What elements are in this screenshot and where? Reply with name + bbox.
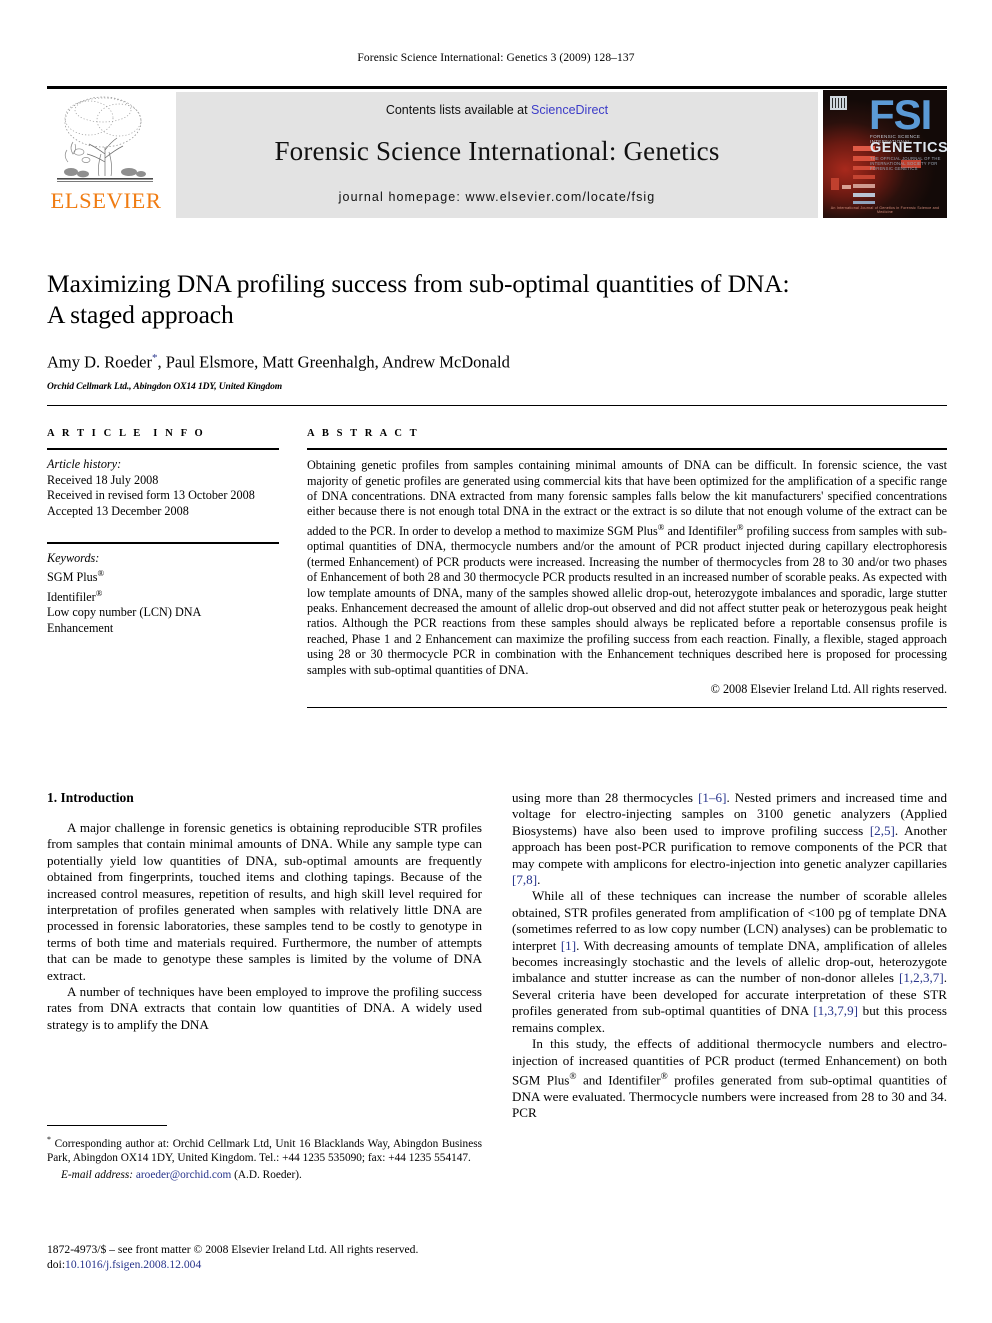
paragraph: While all of these techniques can increa… bbox=[512, 888, 947, 1036]
keyword-item: Identifiler® bbox=[47, 587, 103, 604]
body-column-left: 1. Introduction A major challenge in for… bbox=[47, 790, 482, 1121]
gel-band bbox=[842, 185, 851, 189]
history-accepted: Accepted 13 December 2008 bbox=[47, 503, 189, 518]
article-history-label: Article history: bbox=[47, 457, 122, 472]
issn-doi-block: 1872-4973/$ – see front matter © 2008 El… bbox=[47, 1243, 482, 1272]
keywords-label: Keywords: bbox=[47, 550, 100, 565]
elsevier-tree-icon bbox=[57, 96, 153, 182]
cover-genetics-label: GENETICS bbox=[870, 140, 947, 156]
citation-ref[interactable]: [1,2,3,7] bbox=[899, 970, 944, 985]
doi-line: doi:10.1016/j.fsigen.2008.12.004 bbox=[47, 1258, 482, 1273]
page-title: Maximizing DNA profiling success from su… bbox=[47, 268, 947, 330]
keyword-item: Enhancement bbox=[47, 621, 114, 636]
paragraph: In this study, the effects of additional… bbox=[512, 1036, 947, 1121]
affiliation: Orchid Cellmark Ltd., Abingdon OX14 1DY,… bbox=[47, 381, 283, 392]
contents-list-line: Contents lists available at ScienceDirec… bbox=[176, 103, 818, 117]
email-footnote: E-mail address: aroeder@orchid.com (A.D.… bbox=[47, 1168, 482, 1182]
email-link[interactable]: aroeder@orchid.com bbox=[136, 1169, 231, 1181]
journal-cover-thumbnail: FSI FORENSIC SCIENCE INTERNATIONAL GENET… bbox=[823, 90, 947, 218]
gel-band bbox=[853, 193, 875, 197]
citation-ref[interactable]: [1,3,7,9] bbox=[813, 1003, 858, 1018]
paragraph: A major challenge in forensic genetics i… bbox=[47, 820, 482, 983]
paragraph: A number of techniques have been employe… bbox=[47, 984, 482, 1032]
article-history-group: Article history: Received 18 July 2008 R… bbox=[47, 457, 279, 519]
masthead-top-rule bbox=[47, 86, 947, 89]
citation-ref[interactable]: [7,8] bbox=[512, 872, 537, 887]
footnote-area: * Corresponding author at: Orchid Cellma… bbox=[47, 1125, 482, 1182]
gel-band bbox=[853, 201, 875, 204]
footnote-text: Corresponding author at: Orchid Cellmark… bbox=[47, 1137, 483, 1165]
email-owner: (A.D. Roeder). bbox=[234, 1168, 302, 1181]
keyword-item: Low copy number (LCN) DNA bbox=[47, 605, 202, 620]
article-info-column: A R T I C L E I N F O Article history: R… bbox=[47, 428, 279, 708]
body-column-right: using more than 28 thermocycles [1–6]. N… bbox=[512, 790, 947, 1121]
title-line-1: Maximizing DNA profiling success from su… bbox=[47, 269, 790, 298]
gel-band bbox=[853, 175, 875, 179]
text-run: . bbox=[537, 872, 541, 888]
journal-masthead: ELSEVIER Contents lists available at Sci… bbox=[47, 86, 947, 218]
body-columns: 1. Introduction A major challenge in for… bbox=[47, 790, 947, 1121]
citation-ref[interactable]: [1–6] bbox=[698, 790, 726, 805]
doi-label: doi: bbox=[47, 1257, 66, 1271]
author-first: Amy D. Roeder bbox=[47, 352, 152, 372]
cover-footer-text: An International Journal of Genetics in … bbox=[830, 206, 940, 214]
paper-page: Forensic Science International: Genetics… bbox=[0, 0, 992, 1323]
citation-ref[interactable]: [1] bbox=[561, 938, 576, 953]
paragraph: using more than 28 thermocycles [1–6]. N… bbox=[512, 790, 947, 888]
abstract-column: A B S T R A C T Obtaining genetic profil… bbox=[307, 428, 947, 709]
gel-band bbox=[853, 184, 875, 188]
text-run: using more than 28 thermocycles bbox=[512, 790, 699, 805]
abstract-heading: A B S T R A C T bbox=[307, 428, 420, 440]
article-info-heading: A R T I C L E I N F O bbox=[47, 428, 206, 440]
footnote-marker: * bbox=[47, 1135, 51, 1145]
issn-line: 1872-4973/$ – see front matter © 2008 El… bbox=[47, 1243, 419, 1256]
cover-genetics-subtitle: THE OFFICIAL JOURNAL OF THE INTERNATIONA… bbox=[870, 156, 941, 171]
sciencedirect-link[interactable]: ScienceDirect bbox=[531, 103, 608, 117]
keywords-rule bbox=[47, 541, 279, 544]
cover-fsi-logo: FSI bbox=[869, 91, 932, 138]
info-abstract-block: A R T I C L E I N F O Article history: R… bbox=[47, 405, 947, 709]
abstract-copyright: © 2008 Elsevier Ireland Ltd. All rights … bbox=[710, 681, 947, 696]
journal-title: Forensic Science International: Genetics bbox=[274, 136, 720, 166]
citation-ref[interactable]: [2,5] bbox=[870, 823, 895, 838]
corresponding-author-footnote: * Corresponding author at: Orchid Cellma… bbox=[47, 1133, 482, 1165]
keywords-group: Keywords: SGM Plus® Identifiler® Low cop… bbox=[47, 551, 279, 637]
author-rest: , Paul Elsmore, Matt Greenhalgh, Andrew … bbox=[157, 352, 510, 372]
email-label: E-mail address: bbox=[61, 1168, 134, 1181]
contents-prefix: Contents lists available at bbox=[385, 103, 532, 117]
elsevier-logo: ELSEVIER bbox=[47, 92, 165, 218]
abstract-text: Obtaining genetic profiles from samples … bbox=[307, 458, 947, 677]
gel-band bbox=[831, 178, 839, 190]
journal-band: Contents lists available at ScienceDirec… bbox=[176, 92, 818, 218]
running-head: Forensic Science International: Genetics… bbox=[357, 52, 635, 64]
text-run: . With decreasing amounts of template DN… bbox=[512, 937, 948, 986]
abstract-bottom-rule bbox=[307, 706, 947, 709]
info-abstract-top-rule bbox=[47, 405, 947, 407]
footnote-rule bbox=[47, 1125, 167, 1127]
journal-homepage-line[interactable]: journal homepage: www.elsevier.com/locat… bbox=[176, 190, 818, 204]
elsevier-wordmark: ELSEVIER bbox=[50, 188, 162, 213]
cover-publisher-badge-icon bbox=[830, 96, 847, 110]
abstract-rule bbox=[307, 448, 947, 451]
author-list: Amy D. Roeder*, Paul Elsmore, Matt Green… bbox=[47, 352, 947, 373]
article-info-rule bbox=[47, 448, 279, 451]
history-revised: Received in revised form 13 October 2008 bbox=[47, 488, 255, 503]
section-title-introduction: 1. Introduction bbox=[47, 790, 134, 805]
history-received: Received 18 July 2008 bbox=[47, 472, 159, 487]
keyword-item: SGM Plus® bbox=[47, 568, 105, 585]
title-area: Maximizing DNA profiling success from su… bbox=[47, 268, 947, 392]
title-line-2: A staged approach bbox=[47, 300, 234, 329]
doi-link[interactable]: 10.1016/j.fsigen.2008.12.004 bbox=[65, 1258, 201, 1271]
